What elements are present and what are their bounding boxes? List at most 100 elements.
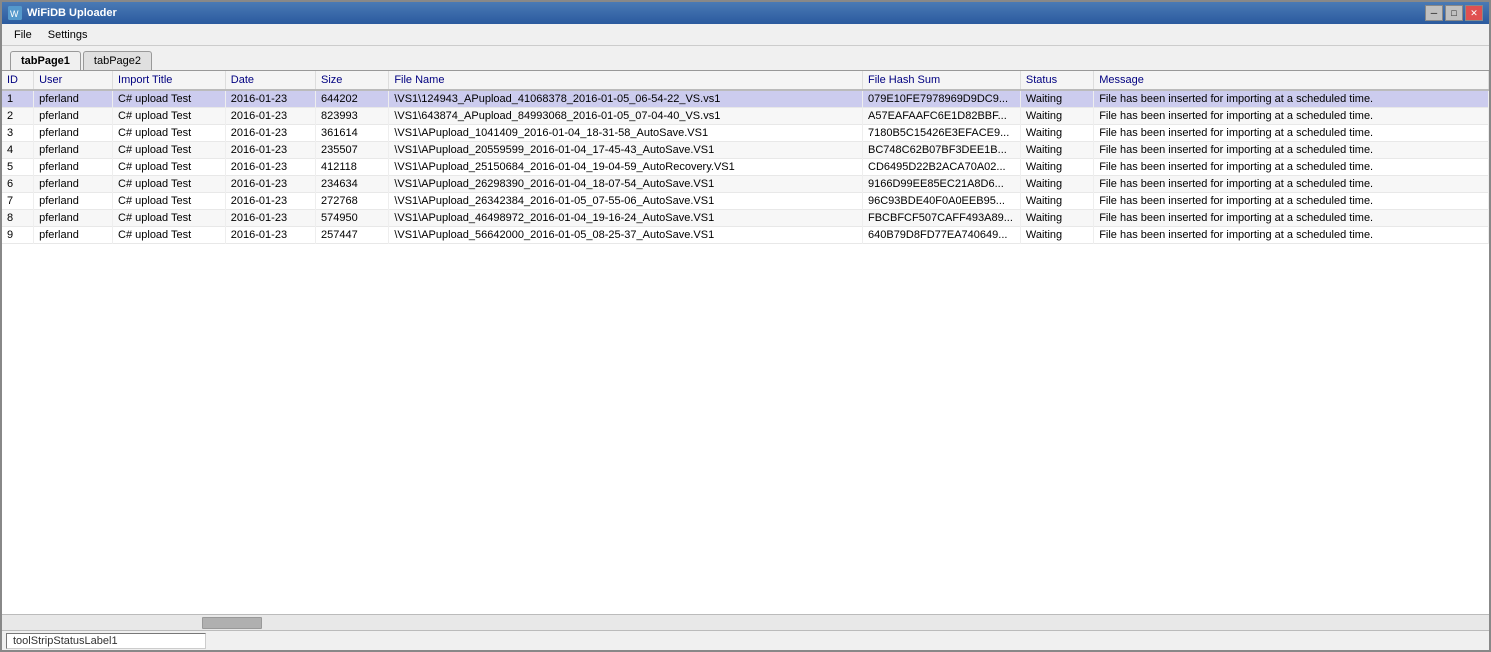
cell-id: 8 — [2, 210, 34, 227]
cell-import-title: C# upload Test — [113, 142, 226, 159]
cell-filename: \VS1\APupload_26342384_2016-01-05_07-55-… — [389, 193, 863, 210]
app-icon: W — [8, 6, 22, 20]
table-wrapper[interactable]: ID User Import Title Date Size File Name… — [2, 71, 1489, 614]
content-area: ID User Import Title Date Size File Name… — [2, 70, 1489, 614]
cell-status: Waiting — [1020, 159, 1093, 176]
cell-size: 412118 — [316, 159, 389, 176]
cell-id: 1 — [2, 90, 34, 108]
cell-filename: \VS1\124943_APupload_41068378_2016-01-05… — [389, 90, 863, 108]
cell-user: pferland — [34, 193, 113, 210]
cell-size: 272768 — [316, 193, 389, 210]
cell-import-title: C# upload Test — [113, 125, 226, 142]
table-row[interactable]: 4pferlandC# upload Test2016-01-23235507\… — [2, 142, 1489, 159]
cell-size: 257447 — [316, 227, 389, 244]
cell-message: File has been inserted for importing at … — [1094, 142, 1489, 159]
cell-import-title: C# upload Test — [113, 176, 226, 193]
table-row[interactable]: 7pferlandC# upload Test2016-01-23272768\… — [2, 193, 1489, 210]
col-header-hash[interactable]: File Hash Sum — [863, 71, 1021, 90]
cell-user: pferland — [34, 227, 113, 244]
cell-hash: 079E10FE7978969D9DC9... — [863, 90, 1021, 108]
cell-import-title: C# upload Test — [113, 90, 226, 108]
maximize-button[interactable]: □ — [1445, 5, 1463, 21]
cell-hash: A57EAFAAFC6E1D82BBF... — [863, 108, 1021, 125]
cell-size: 361614 — [316, 125, 389, 142]
cell-message: File has been inserted for importing at … — [1094, 159, 1489, 176]
table-row[interactable]: 3pferlandC# upload Test2016-01-23361614\… — [2, 125, 1489, 142]
cell-import-title: C# upload Test — [113, 227, 226, 244]
col-header-id[interactable]: ID — [2, 71, 34, 90]
col-header-date[interactable]: Date — [225, 71, 315, 90]
cell-status: Waiting — [1020, 108, 1093, 125]
cell-id: 9 — [2, 227, 34, 244]
cell-date: 2016-01-23 — [225, 108, 315, 125]
table-row[interactable]: 9pferlandC# upload Test2016-01-23257447\… — [2, 227, 1489, 244]
col-header-status[interactable]: Status — [1020, 71, 1093, 90]
window-title: WiFiDB Uploader — [27, 7, 1425, 19]
cell-date: 2016-01-23 — [225, 142, 315, 159]
cell-size: 574950 — [316, 210, 389, 227]
col-header-size[interactable]: Size — [316, 71, 389, 90]
cell-filename: \VS1\APupload_1041409_2016-01-04_18-31-5… — [389, 125, 863, 142]
cell-status: Waiting — [1020, 210, 1093, 227]
horizontal-scrollbar[interactable] — [2, 614, 1489, 630]
cell-filename: \VS1\APupload_26298390_2016-01-04_18-07-… — [389, 176, 863, 193]
window-controls: ─ □ ✕ — [1425, 5, 1483, 21]
scrollbar-thumb[interactable] — [202, 617, 262, 629]
cell-status: Waiting — [1020, 227, 1093, 244]
table-header-row: ID User Import Title Date Size File Name… — [2, 71, 1489, 90]
table-row[interactable]: 6pferlandC# upload Test2016-01-23234634\… — [2, 176, 1489, 193]
minimize-button[interactable]: ─ — [1425, 5, 1443, 21]
cell-id: 3 — [2, 125, 34, 142]
tabs-bar: tabPage1 tabPage2 — [2, 46, 1489, 70]
cell-status: Waiting — [1020, 142, 1093, 159]
col-header-user[interactable]: User — [34, 71, 113, 90]
table-row[interactable]: 8pferlandC# upload Test2016-01-23574950\… — [2, 210, 1489, 227]
cell-user: pferland — [34, 142, 113, 159]
cell-user: pferland — [34, 108, 113, 125]
tab-page2[interactable]: tabPage2 — [83, 51, 152, 70]
col-header-message[interactable]: Message — [1094, 71, 1489, 90]
cell-import-title: C# upload Test — [113, 193, 226, 210]
cell-id: 4 — [2, 142, 34, 159]
cell-hash: 96C93BDE40F0A0EEB95... — [863, 193, 1021, 210]
cell-filename: \VS1\643874_APupload_84993068_2016-01-05… — [389, 108, 863, 125]
tab-page1[interactable]: tabPage1 — [10, 51, 81, 70]
table-row[interactable]: 5pferlandC# upload Test2016-01-23412118\… — [2, 159, 1489, 176]
col-header-import-title[interactable]: Import Title — [113, 71, 226, 90]
cell-status: Waiting — [1020, 176, 1093, 193]
status-bar: toolStripStatusLabel1 — [2, 630, 1489, 650]
cell-date: 2016-01-23 — [225, 159, 315, 176]
table-row[interactable]: 1pferlandC# upload Test2016-01-23644202\… — [2, 90, 1489, 108]
cell-message: File has been inserted for importing at … — [1094, 125, 1489, 142]
cell-message: File has been inserted for importing at … — [1094, 210, 1489, 227]
cell-hash: 640B79D8FD77EA740649... — [863, 227, 1021, 244]
cell-user: pferland — [34, 210, 113, 227]
close-button[interactable]: ✕ — [1465, 5, 1483, 21]
cell-hash: FBCBFCF507CAFF493A89... — [863, 210, 1021, 227]
cell-filename: \VS1\APupload_25150684_2016-01-04_19-04-… — [389, 159, 863, 176]
cell-date: 2016-01-23 — [225, 193, 315, 210]
cell-id: 6 — [2, 176, 34, 193]
table-row[interactable]: 2pferlandC# upload Test2016-01-23823993\… — [2, 108, 1489, 125]
cell-hash: 7180B5C15426E3EFACE9... — [863, 125, 1021, 142]
data-table: ID User Import Title Date Size File Name… — [2, 71, 1489, 244]
menu-file[interactable]: File — [6, 27, 40, 43]
cell-message: File has been inserted for importing at … — [1094, 108, 1489, 125]
menu-bar: File Settings — [2, 24, 1489, 46]
cell-filename: \VS1\APupload_56642000_2016-01-05_08-25-… — [389, 227, 863, 244]
menu-settings[interactable]: Settings — [40, 27, 96, 43]
cell-user: pferland — [34, 125, 113, 142]
cell-date: 2016-01-23 — [225, 210, 315, 227]
cell-import-title: C# upload Test — [113, 159, 226, 176]
cell-status: Waiting — [1020, 125, 1093, 142]
title-bar: W WiFiDB Uploader ─ □ ✕ — [2, 2, 1489, 24]
cell-status: Waiting — [1020, 90, 1093, 108]
cell-filename: \VS1\APupload_46498972_2016-01-04_19-16-… — [389, 210, 863, 227]
cell-date: 2016-01-23 — [225, 227, 315, 244]
cell-status: Waiting — [1020, 193, 1093, 210]
status-label: toolStripStatusLabel1 — [6, 633, 206, 649]
col-header-filename[interactable]: File Name — [389, 71, 863, 90]
cell-date: 2016-01-23 — [225, 176, 315, 193]
cell-date: 2016-01-23 — [225, 90, 315, 108]
cell-message: File has been inserted for importing at … — [1094, 193, 1489, 210]
